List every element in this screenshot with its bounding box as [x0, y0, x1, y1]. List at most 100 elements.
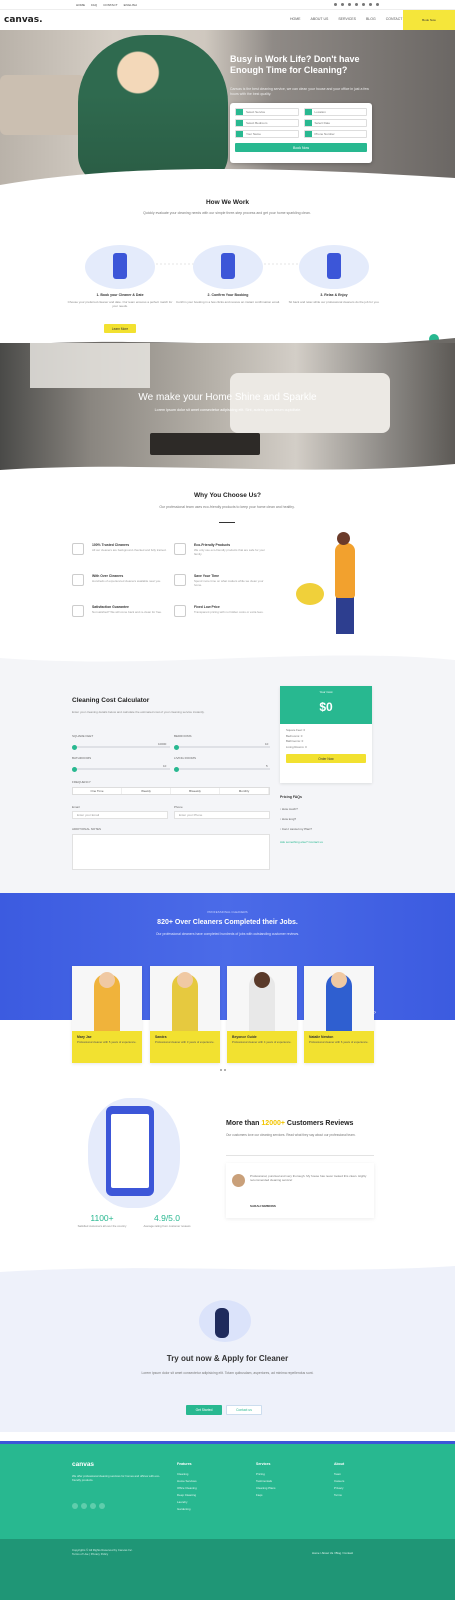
learn-more-button[interactable]: Learn More — [104, 324, 136, 333]
footer-social — [72, 1503, 105, 1509]
phone-icon — [304, 131, 312, 137]
frequency-weekly[interactable]: Weekly — [122, 788, 171, 794]
footer-link[interactable]: Testimonials — [256, 1478, 275, 1485]
nav-services[interactable]: SERVICES — [338, 17, 356, 21]
location-field[interactable]: Location — [303, 108, 367, 116]
nav-about[interactable]: ABOUT US — [311, 17, 329, 21]
frequency-biweekly[interactable]: Biweekly — [171, 788, 220, 794]
slider-bathrooms-handle[interactable] — [72, 766, 77, 772]
slider-sqft-handle[interactable] — [72, 744, 77, 750]
bedroom-field[interactable]: Select Bedroom — [235, 119, 299, 127]
why-subtitle: Our professional team uses eco-friendly … — [159, 505, 295, 509]
faq-contact-link[interactable]: Ask something else? Contact us — [280, 840, 323, 844]
site-logo[interactable]: canvas. — [4, 15, 43, 25]
twitter-icon[interactable] — [81, 1503, 87, 1509]
footer-link[interactable]: Deep Cleaning — [177, 1492, 197, 1499]
banner-subtitle: Lorem ipsum dolor sit amet consectetur a… — [154, 408, 302, 412]
select-service-field[interactable]: Select Service — [235, 108, 299, 116]
hero-book-button[interactable]: Book Now — [235, 143, 367, 152]
how-subtitle: Quickly evaluate your cleaning needs wit… — [143, 211, 311, 215]
reviews-subtitle: Our customers love our cleaning services… — [226, 1133, 356, 1137]
phone-input[interactable]: Enter your Phone — [174, 811, 270, 819]
price-breakdown: Square Feet: 0 Bedrooms: 0 Bathrooms: 0 … — [286, 728, 307, 749]
notes-textarea[interactable] — [72, 834, 270, 870]
slider-living[interactable] — [174, 766, 270, 772]
date-field[interactable]: Select Date — [303, 119, 367, 127]
instagram-icon[interactable] — [348, 3, 351, 6]
slider-bedrooms[interactable] — [174, 744, 270, 750]
youtube-icon[interactable] — [99, 1503, 105, 1509]
footer-desc: We offer professional cleaning services … — [72, 1474, 160, 1482]
cleaners-kicker: PROFESSIONAL CLEANERS — [207, 910, 248, 914]
service-icon — [236, 109, 243, 115]
facebook-icon[interactable] — [334, 3, 337, 6]
footer-col-about: About Team Careers Privacy Terms — [334, 1462, 345, 1499]
cleaner-card-4[interactable]: Natalie Newton Professional cleaner with … — [304, 966, 374, 1063]
step-2-illustration — [193, 245, 263, 289]
top-link-contact[interactable]: CONTACT — [103, 3, 117, 7]
slider-living-handle[interactable] — [174, 766, 179, 772]
footer-link[interactable]: Office Cleaning — [177, 1485, 197, 1492]
cleaner-card-1[interactable]: Mary Jae Professional cleaner with 5 year… — [72, 966, 142, 1063]
top-link-faq[interactable]: FAQ — [91, 3, 97, 7]
phone-field[interactable]: Phone Number — [303, 130, 367, 138]
footer-link[interactable]: Laundry — [177, 1499, 197, 1506]
phone-icon[interactable] — [369, 3, 372, 6]
slider-sqft[interactable] — [72, 744, 170, 750]
faq-item-2[interactable]: ▫ How long? — [280, 817, 296, 821]
footer-link[interactable]: Terms — [334, 1492, 344, 1499]
get-started-button[interactable]: Get Started — [186, 1405, 222, 1415]
cleaner-card-2[interactable]: Sandra Professional cleaner with 3 years … — [150, 966, 220, 1063]
footer-link[interactable]: Privacy — [334, 1485, 344, 1492]
footer-link[interactable]: Home Services — [177, 1478, 197, 1485]
slider-bedrooms-handle[interactable] — [174, 744, 179, 750]
step-3-title: 3. Relax & Enjoy — [320, 293, 348, 297]
footer-link[interactable]: Cleaning Plans — [256, 1485, 275, 1492]
frequency-monthly[interactable]: Monthly — [220, 788, 269, 794]
facebook-icon[interactable] — [72, 1503, 78, 1509]
footer-link[interactable]: Gardening — [177, 1506, 197, 1513]
price-card: Your Cost $0 Square Feet: 0 Bedrooms: 0 … — [280, 686, 372, 783]
top-links: HOME FAQ CONTACT ENGLISH — [76, 2, 142, 7]
contact-us-button[interactable]: Contact us — [226, 1405, 262, 1415]
email-icon[interactable] — [376, 3, 379, 6]
footer-link[interactable]: Careers — [334, 1478, 344, 1485]
nav-blog[interactable]: BLOG — [366, 17, 376, 21]
nav-contact[interactable]: CONTACT — [386, 17, 403, 21]
linkedin-icon[interactable] — [362, 3, 365, 6]
email-input[interactable]: Enter your Email — [72, 811, 168, 819]
step-3-desc: Sit back and relax while our professiona… — [288, 300, 380, 304]
badge-icon — [72, 605, 84, 617]
footer-link[interactable]: Team — [334, 1471, 344, 1478]
faq-item-3[interactable]: ▫ Can I cancel my Plan? — [280, 827, 312, 831]
header-book-button[interactable]: Book Now — [403, 10, 455, 30]
bottom-links[interactable]: Home / About Us / Blog / Contact — [312, 1551, 353, 1555]
footer-link[interactable]: Cleaning — [177, 1471, 197, 1478]
banner-table — [150, 433, 260, 455]
order-now-button[interactable]: Order Now — [286, 754, 366, 763]
cleaner-card-3[interactable]: Beyonce Guide Professional cleaner with 4… — [227, 966, 297, 1063]
slider-bathrooms[interactable] — [72, 766, 170, 772]
slider-bedrooms-label: BEDROOMS — [174, 734, 192, 738]
top-bar: HOME FAQ CONTACT ENGLISH — [0, 0, 455, 10]
carousel-dot[interactable] — [224, 1069, 226, 1071]
top-link-home[interactable]: HOME — [76, 3, 85, 7]
slider-living-label: LIVING ROOMS — [174, 756, 197, 760]
footer-link[interactable]: Faqs — [256, 1492, 275, 1499]
name-field[interactable]: Your Name — [235, 130, 299, 138]
cleaner-photo — [304, 966, 374, 1031]
review-quote: Professional, punctual and very thorough… — [250, 1174, 367, 1183]
frequency-once[interactable]: One Time — [73, 788, 122, 794]
carousel-next-icon[interactable]: › — [374, 1010, 376, 1016]
youtube-icon[interactable] — [355, 3, 358, 6]
feature-trusted: 100% Trusted Cleaners All our cleaners ar… — [72, 543, 172, 573]
faq-item-1[interactable]: ▫ How much? — [280, 807, 298, 811]
footer-link[interactable]: Pricing — [256, 1471, 275, 1478]
carousel-dot[interactable] — [220, 1069, 222, 1071]
footer-logo[interactable]: canvas — [72, 1461, 94, 1468]
twitter-icon[interactable] — [341, 3, 344, 6]
banner-title: We make your Home Shine and Sparkle — [138, 392, 317, 403]
language-selector[interactable]: ENGLISH — [124, 3, 137, 7]
nav-home[interactable]: HOME — [290, 17, 301, 21]
instagram-icon[interactable] — [90, 1503, 96, 1509]
